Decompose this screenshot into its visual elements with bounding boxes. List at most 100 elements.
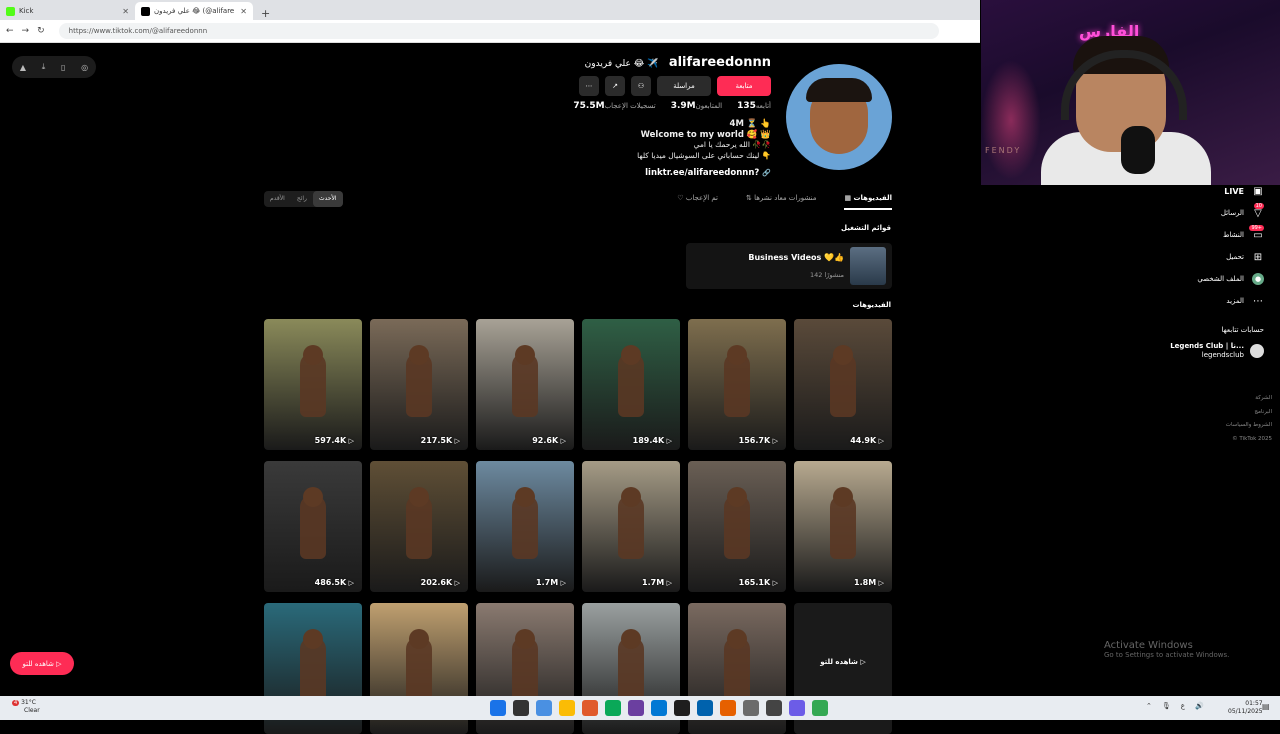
stat-followers[interactable]: 3.9Mالمتابعون: [668, 101, 722, 111]
taskbar-app-icon[interactable]: [674, 700, 690, 716]
view-count: 165.1K: [739, 578, 778, 587]
video-thumbnail[interactable]: 189.4K: [582, 319, 680, 450]
sidebar-item-activity[interactable]: النشاط ▭ 99+: [1144, 224, 1264, 246]
extension-toolbar: ▲ ⤓ ▯ ◎: [12, 56, 96, 78]
profile-avatar[interactable]: [786, 64, 892, 170]
download-icon[interactable]: ⤓: [42, 62, 46, 72]
taskbar-app-icon[interactable]: [720, 700, 736, 716]
taskbar-app-icon[interactable]: [697, 700, 713, 716]
add-friend-icon[interactable]: ⚇: [631, 76, 651, 96]
video-thumbnail[interactable]: 486.5K: [264, 461, 362, 592]
following-handle: legendsclub: [1201, 351, 1244, 359]
share-icon[interactable]: ↗: [605, 76, 625, 96]
clock[interactable]: 01:57 05/11/2025: [1228, 700, 1263, 716]
volume-icon[interactable]: 🔊: [1195, 702, 1204, 710]
back-icon[interactable]: ←: [6, 26, 14, 36]
taskbar-app-icon[interactable]: [789, 700, 805, 716]
url-text: https://www.tiktok.com/@alifareedonnn: [68, 27, 208, 35]
tab-tiktok[interactable]: علي فريدون 😂 (@alifareedonnn) ✕: [135, 2, 253, 20]
profile-bio: 4M ⏳ 👆 Welcome to my world 🥰 👑 الله يرحم…: [637, 119, 771, 161]
sort-popular[interactable]: رائج: [291, 191, 313, 207]
person-figure-head: [409, 345, 429, 365]
close-tab-icon[interactable]: ✕: [122, 7, 129, 16]
video-thumbnail[interactable]: 44.9K: [794, 319, 892, 450]
following-heading: حسابات تتابعها: [1221, 326, 1264, 334]
video-thumbnail[interactable]: 217.5K: [370, 319, 468, 450]
footer-link[interactable]: البرنامج: [1226, 406, 1272, 420]
playlist-count: 142 منشورًا: [809, 271, 844, 279]
footer-link[interactable]: الشروط والسياسات: [1226, 419, 1272, 433]
video-thumbnail[interactable]: 1.8M: [794, 461, 892, 592]
taskbar-app-icon[interactable]: [766, 700, 782, 716]
more-options-icon[interactable]: ⋯: [579, 76, 599, 96]
close-tab-icon[interactable]: ✕: [240, 7, 247, 16]
taskbar-app-icon[interactable]: [651, 700, 667, 716]
stat-following[interactable]: 135أتابعه: [734, 101, 771, 111]
tab-liked[interactable]: ♡ تم الإعجاب: [677, 190, 718, 210]
compass-icon[interactable]: ◎: [81, 63, 88, 72]
video-thumbnail[interactable]: 1.7M: [582, 461, 680, 592]
mobile-icon[interactable]: ▯: [61, 63, 65, 72]
tab-label: الفيديوهات: [853, 194, 893, 202]
activity-badge: 99+: [1249, 225, 1264, 231]
url-field[interactable]: https://www.tiktok.com/@alifareedonnn: [58, 23, 939, 39]
video-thumbnail[interactable]: 202.6K: [370, 461, 468, 592]
taskbar-app-icon[interactable]: [559, 700, 575, 716]
playlist-card[interactable]: Business Videos 💛👍 142 منشورًا: [686, 243, 892, 289]
new-tab-icon[interactable]: +: [253, 7, 278, 20]
language-indicator[interactable]: ع: [1181, 702, 1185, 710]
following-avatar: [1250, 344, 1264, 358]
footer-link[interactable]: الشركة: [1226, 392, 1272, 406]
taskbar-app-icon[interactable]: [628, 700, 644, 716]
person-figure-head: [303, 487, 323, 507]
taskbar-app-icon[interactable]: [582, 700, 598, 716]
video-thumbnail[interactable]: 92.6K: [476, 319, 574, 450]
reload-icon[interactable]: ↻: [37, 26, 45, 36]
stat-label: تسجيلات الإعجاب: [604, 102, 656, 110]
sidebar-item-upload[interactable]: تحميل ⊞: [1144, 246, 1264, 268]
chevron-up-icon[interactable]: ⌃: [1146, 702, 1152, 710]
video-thumbnail[interactable]: 597.4K: [264, 319, 362, 450]
following-item[interactable]: Legends Club | نا... legendsclub: [1144, 342, 1264, 360]
tab-kick[interactable]: Kick ✕: [0, 2, 135, 20]
mic-icon[interactable]: 🎙: [1162, 702, 1171, 710]
notification-icon[interactable]: ▤: [1262, 702, 1270, 711]
sort-oldest[interactable]: الأقدم: [264, 191, 291, 207]
weather-widget[interactable]: 4 31°C Clear: [12, 699, 40, 715]
sidebar-item-live[interactable]: LIVE ▣: [1144, 180, 1264, 202]
watch-now-button[interactable]: شاهده للتو ▷: [10, 652, 74, 675]
profile-title: علي فريدون 😂 ✈️ alifareedonnn: [585, 55, 771, 70]
profile-link[interactable]: linktr.ee/alifareedonnn? 🔗: [645, 168, 771, 178]
video-thumbnail[interactable]: 156.7K: [688, 319, 786, 450]
sidebar-item-label: النشاط: [1222, 231, 1244, 239]
taskbar-app-icon[interactable]: [812, 700, 828, 716]
video-thumbnail[interactable]: 165.1K: [688, 461, 786, 592]
tab-videos[interactable]: ▦ الفيديوهات: [844, 190, 892, 210]
message-button[interactable]: مراسلة: [657, 76, 711, 96]
live-icon: ▣: [1253, 185, 1263, 197]
taskbar-app-icon[interactable]: [743, 700, 759, 716]
follow-button[interactable]: متابعة: [717, 76, 771, 96]
tiktok-home-icon[interactable]: ▲: [20, 63, 26, 72]
sort-latest[interactable]: الأحدث: [312, 191, 343, 207]
stat-label: أتابعه: [755, 102, 771, 110]
taskbar-app-icon[interactable]: [536, 700, 552, 716]
bio-line: الله يرحمك يا امي 🥀🥀: [693, 140, 771, 149]
video-thumbnail[interactable]: 1.7M: [476, 461, 574, 592]
forward-icon[interactable]: →: [22, 26, 30, 36]
footer-copyright: © TikTok 2025: [1232, 435, 1272, 442]
tab-reposts[interactable]: ⇅ منشورات معاد نشرها: [746, 190, 816, 210]
playlist-thumbnail: [850, 247, 886, 285]
person-figure-head: [303, 629, 323, 649]
search-icon[interactable]: [513, 700, 529, 716]
taskbar-app-icon[interactable]: [605, 700, 621, 716]
person-figure-head: [727, 345, 747, 365]
windows-start-icon[interactable]: [490, 700, 506, 716]
stat-value: 75.5M: [573, 101, 605, 111]
content-tabs: ▦ الفيديوهات ⇅ منشورات معاد نشرها ♡ تم ا…: [600, 190, 892, 210]
sidebar-item-messages[interactable]: الرسائل ▽ 10: [1144, 202, 1264, 224]
sidebar-item-more[interactable]: المزيد ⋯: [1144, 290, 1264, 312]
sidebar-item-profile[interactable]: الملف الشخصي ●: [1144, 268, 1264, 290]
stat-value: 135: [737, 101, 756, 111]
sidebar-item-label: تحميل: [1226, 253, 1244, 261]
